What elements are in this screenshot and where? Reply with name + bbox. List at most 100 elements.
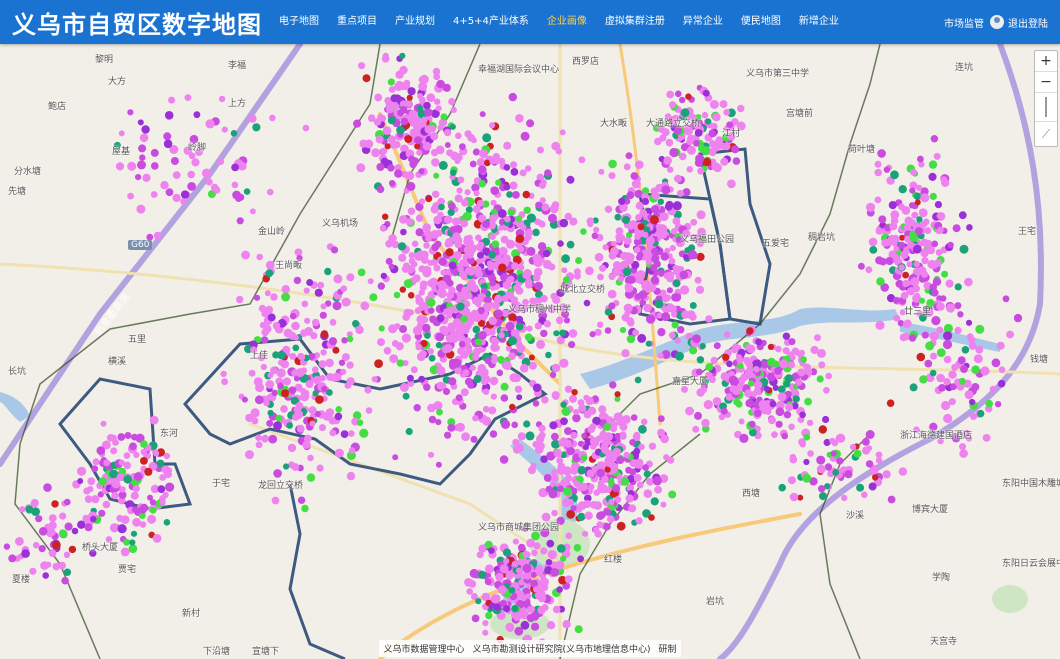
enterprise-marker[interactable] (731, 145, 740, 154)
enterprise-marker[interactable] (472, 148, 480, 156)
enterprise-marker[interactable] (451, 217, 461, 226)
enterprise-marker[interactable] (490, 336, 497, 344)
enterprise-marker[interactable] (531, 549, 538, 557)
enterprise-marker[interactable] (642, 231, 649, 238)
enterprise-marker[interactable] (172, 171, 181, 179)
enterprise-marker[interactable] (663, 272, 671, 279)
enterprise-marker[interactable] (520, 131, 530, 141)
enterprise-marker[interactable] (640, 418, 648, 426)
enterprise-marker[interactable] (406, 374, 414, 382)
enterprise-marker[interactable] (296, 424, 305, 433)
enterprise-marker[interactable] (862, 438, 870, 446)
enterprise-marker[interactable] (489, 430, 498, 438)
enterprise-marker[interactable] (472, 313, 482, 323)
enterprise-marker[interactable] (941, 270, 949, 278)
enterprise-marker[interactable] (259, 321, 267, 329)
enterprise-marker[interactable] (77, 520, 86, 529)
enterprise-marker[interactable] (270, 366, 278, 375)
enterprise-marker[interactable] (380, 272, 387, 280)
enterprise-marker[interactable] (376, 185, 385, 194)
enterprise-marker[interactable] (720, 407, 728, 415)
enterprise-marker[interactable] (588, 483, 595, 491)
enterprise-marker[interactable] (538, 181, 547, 189)
enterprise-marker[interactable] (463, 235, 471, 242)
enterprise-marker[interactable] (367, 278, 374, 285)
enterprise-marker[interactable] (281, 389, 290, 398)
enterprise-marker[interactable] (147, 514, 157, 524)
enterprise-marker[interactable] (397, 242, 407, 251)
enterprise-marker[interactable] (291, 321, 300, 331)
enterprise-marker[interactable] (389, 354, 399, 363)
enterprise-marker[interactable] (445, 248, 454, 257)
enterprise-marker[interactable] (445, 238, 453, 246)
enterprise-marker[interactable] (463, 261, 470, 268)
enterprise-marker[interactable] (332, 301, 342, 311)
map-canvas[interactable] (0, 44, 1060, 659)
enterprise-marker[interactable] (329, 429, 337, 437)
enterprise-marker[interactable] (59, 529, 68, 538)
enterprise-marker[interactable] (355, 325, 364, 335)
enterprise-marker[interactable] (916, 184, 923, 191)
enterprise-marker[interactable] (542, 259, 552, 269)
enterprise-marker[interactable] (388, 263, 395, 270)
enterprise-marker[interactable] (292, 413, 300, 421)
enterprise-marker[interactable] (648, 514, 655, 521)
enterprise-marker[interactable] (609, 381, 617, 389)
enterprise-marker[interactable] (572, 413, 581, 423)
enterprise-marker[interactable] (357, 268, 366, 277)
enterprise-marker[interactable] (488, 251, 497, 259)
enterprise-marker[interactable] (887, 495, 896, 504)
enterprise-marker[interactable] (559, 329, 567, 337)
enterprise-marker[interactable] (628, 504, 637, 513)
enterprise-marker[interactable] (133, 472, 143, 481)
enterprise-marker[interactable] (265, 260, 275, 270)
enterprise-marker[interactable] (442, 387, 451, 396)
enterprise-marker[interactable] (964, 277, 973, 287)
enterprise-marker[interactable] (460, 350, 469, 359)
enterprise-marker[interactable] (875, 320, 885, 330)
enterprise-marker[interactable] (898, 241, 906, 249)
enterprise-marker[interactable] (137, 119, 144, 126)
enterprise-marker[interactable] (536, 339, 546, 349)
enterprise-marker[interactable] (438, 203, 445, 211)
enterprise-marker[interactable] (485, 611, 493, 620)
enterprise-marker[interactable] (891, 240, 898, 247)
enterprise-marker[interactable] (585, 396, 593, 404)
enterprise-marker[interactable] (669, 245, 676, 252)
enterprise-marker[interactable] (344, 382, 352, 389)
enterprise-marker[interactable] (573, 544, 582, 552)
enterprise-marker[interactable] (635, 160, 644, 169)
enterprise-marker[interactable] (744, 344, 752, 351)
enterprise-marker[interactable] (139, 154, 146, 161)
enterprise-marker[interactable] (779, 359, 789, 369)
enterprise-marker[interactable] (140, 503, 149, 512)
enterprise-marker[interactable] (433, 264, 441, 272)
enterprise-marker[interactable] (593, 501, 602, 510)
enterprise-marker[interactable] (503, 183, 511, 191)
enterprise-marker[interactable] (613, 261, 621, 270)
enterprise-marker[interactable] (436, 381, 445, 390)
enterprise-marker[interactable] (422, 223, 432, 232)
enterprise-marker[interactable] (301, 504, 309, 513)
enterprise-marker[interactable] (930, 352, 938, 360)
enterprise-marker[interactable] (159, 474, 167, 481)
enterprise-marker[interactable] (478, 331, 487, 340)
enterprise-marker[interactable] (414, 143, 421, 150)
enterprise-marker[interactable] (795, 350, 803, 357)
enterprise-marker[interactable] (699, 343, 706, 350)
enterprise-marker[interactable] (548, 489, 558, 499)
enterprise-marker[interactable] (971, 365, 980, 375)
enterprise-marker[interactable] (723, 331, 731, 338)
enterprise-marker[interactable] (300, 392, 310, 402)
enterprise-marker[interactable] (957, 356, 966, 365)
enterprise-marker[interactable] (577, 512, 586, 521)
enterprise-marker[interactable] (585, 266, 594, 276)
enterprise-marker[interactable] (532, 273, 541, 282)
enterprise-marker[interactable] (448, 377, 457, 386)
enterprise-marker[interactable] (462, 211, 472, 221)
enterprise-marker[interactable] (163, 139, 173, 149)
enterprise-marker[interactable] (436, 314, 445, 323)
enterprise-marker[interactable] (551, 363, 561, 373)
enterprise-marker[interactable] (270, 293, 278, 301)
enterprise-marker[interactable] (306, 279, 314, 286)
